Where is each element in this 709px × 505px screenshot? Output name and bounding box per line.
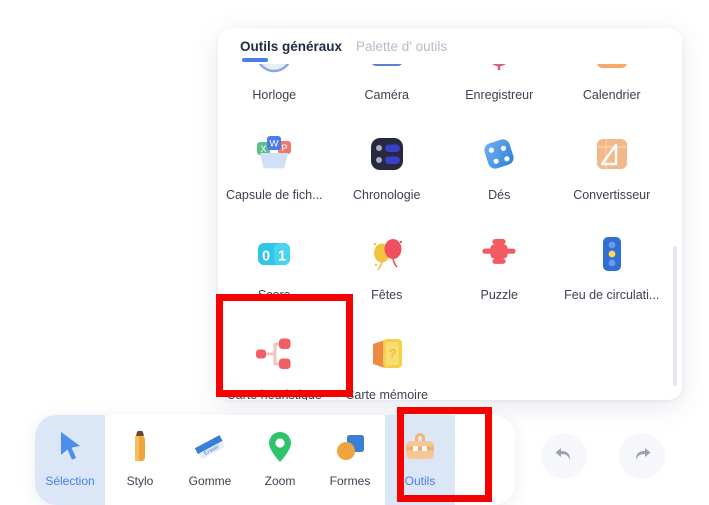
toolbar-item-label: Stylo	[126, 473, 154, 488]
toolbar-item-outils[interactable]: Outils	[385, 415, 455, 505]
svg-text:X: X	[261, 144, 267, 154]
balloons-icon	[365, 232, 409, 276]
tool-item-fetes[interactable]: Fêtes	[331, 218, 444, 318]
tool-item-carte-memoire[interactable]: ? Carte mémoire	[331, 318, 444, 400]
svg-text:0: 0	[262, 249, 270, 265]
tool-label: Chronologie	[353, 188, 421, 202]
puzzle-icon	[477, 232, 521, 276]
redo-button[interactable]	[619, 433, 665, 479]
tab-outils-generaux[interactable]: Outils généraux	[240, 39, 342, 54]
tab-palette-outils[interactable]: Palette d' outils	[356, 39, 447, 54]
tool-item-convertisseur[interactable]: Convertisseur	[556, 118, 669, 218]
tool-label: Caméra	[364, 88, 409, 102]
tool-label: Score	[257, 288, 291, 302]
tools-grid-scroll-area[interactable]: Horloge Caméra Enregistreur Calendrier X…	[218, 60, 682, 400]
tool-item-carte-heuristique[interactable]: Carte heuristique	[218, 318, 331, 400]
tools-panel: Outils généraux Palette d' outils Horlog…	[218, 28, 682, 400]
toolbar-item-selection[interactable]: Sélection	[35, 415, 105, 505]
tool-label: Dés	[488, 188, 511, 202]
dice-icon	[477, 132, 521, 176]
traffic-light-icon	[590, 232, 634, 276]
toolbar-item-label: Sélection	[45, 473, 95, 488]
tool-item-score[interactable]: 0 1 Score	[218, 218, 331, 318]
vertical-scrollbar[interactable]	[672, 246, 677, 386]
tool-label: Carte mémoire	[345, 388, 429, 400]
app-root: Outils généraux Palette d' outils Horlog…	[0, 0, 709, 505]
tool-item-des[interactable]: Dés	[443, 118, 556, 218]
score-icon: 0 1	[252, 232, 296, 276]
tool-label: Horloge	[252, 88, 297, 102]
tool-item-enregistreur[interactable]: Enregistreur	[443, 60, 556, 118]
toolbox-icon	[400, 427, 440, 467]
mind-map-icon	[252, 332, 296, 376]
toolbar-item-label: Outils	[404, 473, 436, 488]
tool-item-camera[interactable]: Caméra	[331, 60, 444, 118]
toolbar-item-label: Gomme	[188, 473, 232, 488]
svg-text:W: W	[270, 139, 279, 150]
tool-item-chronologie[interactable]: Chronologie	[331, 118, 444, 218]
toolbar-item-gomme[interactable]: Eraser Gomme	[175, 415, 245, 505]
tool-label: Feu de circulati...	[564, 288, 660, 302]
toolbar-item-stylo[interactable]: Stylo	[105, 415, 175, 505]
tools-grid: Horloge Caméra Enregistreur Calendrier X…	[218, 60, 668, 400]
tool-item-horloge[interactable]: Horloge	[218, 60, 331, 118]
svg-text:?: ?	[388, 346, 396, 361]
converter-icon	[590, 132, 634, 176]
cursor-icon	[50, 427, 90, 467]
flashcard-icon: ?	[365, 332, 409, 376]
toolbar-item-label: Formes	[329, 473, 371, 488]
toolbar-item-zoom[interactable]: Zoom	[245, 415, 315, 505]
undo-button[interactable]	[541, 433, 587, 479]
tool-item-feu-de-circulation[interactable]: Feu de circulati...	[556, 218, 669, 318]
tool-item-capsule-de-fichiers[interactable]: X P W Capsule de fich...	[218, 118, 331, 218]
toolbar-item-label: Zoom	[264, 473, 296, 488]
bottom-toolbar: Sélection Stylo Eraser Gomme Zoom Formes…	[35, 415, 515, 505]
tool-label: Fêtes	[371, 288, 403, 302]
tool-label: Enregistreur	[465, 88, 534, 102]
redo-arrow-icon	[630, 442, 654, 471]
tool-label: Puzzle	[480, 288, 519, 302]
tools-panel-header: Outils généraux Palette d' outils	[218, 28, 682, 64]
pin-icon	[260, 427, 300, 467]
active-tab-indicator	[242, 58, 268, 62]
undo-arrow-icon	[552, 442, 576, 471]
file-capsule-icon: X P W	[252, 132, 296, 176]
eraser-icon: Eraser	[190, 427, 230, 467]
tool-label: Carte heuristique	[226, 388, 322, 400]
svg-text:1: 1	[278, 249, 286, 265]
shapes-icon	[330, 427, 370, 467]
tool-item-calendrier[interactable]: Calendrier	[556, 60, 669, 118]
timeline-icon	[365, 132, 409, 176]
tool-label: Calendrier	[582, 88, 641, 102]
tool-item-puzzle[interactable]: Puzzle	[443, 218, 556, 318]
pencil-icon	[120, 427, 160, 467]
svg-text:P: P	[282, 143, 288, 153]
tool-label: Convertisseur	[573, 188, 651, 202]
toolbar-item-formes[interactable]: Formes	[315, 415, 385, 505]
tool-label: Capsule de fich...	[225, 188, 323, 202]
